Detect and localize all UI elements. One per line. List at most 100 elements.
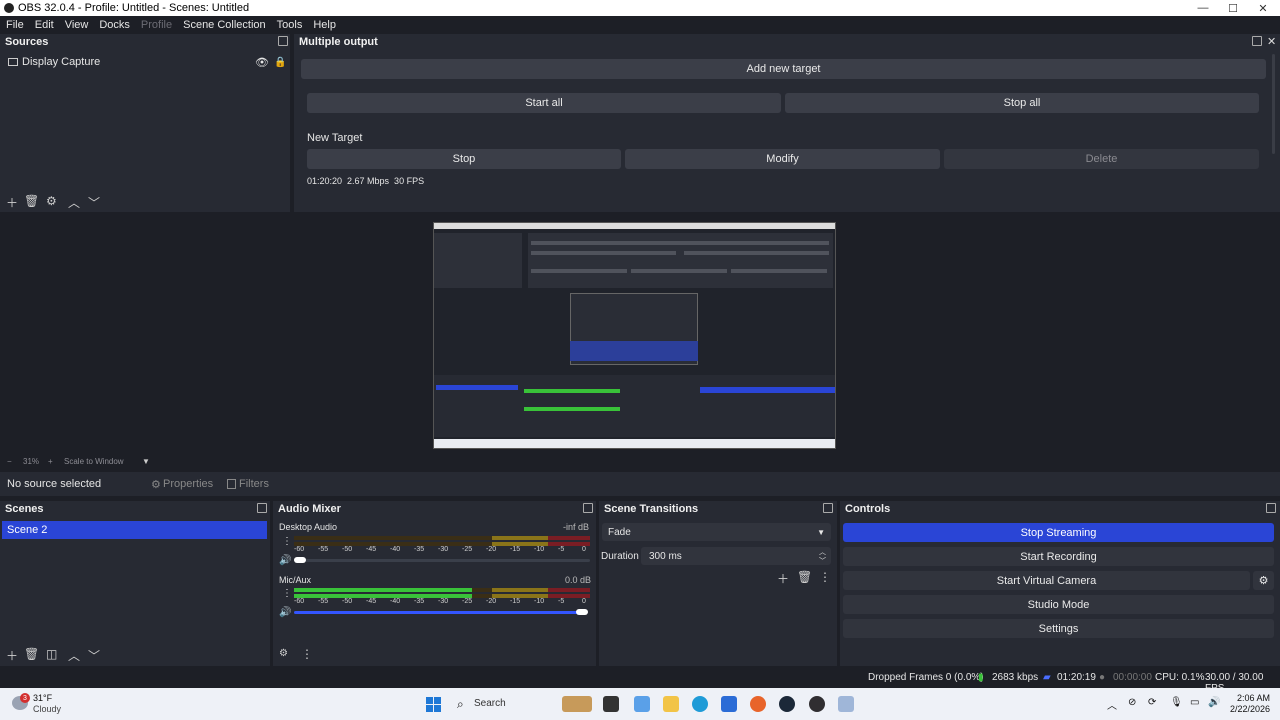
- channel-level: -inf dB: [563, 522, 590, 532]
- stop-all-button[interactable]: Stop all: [785, 93, 1259, 113]
- start-all-button[interactable]: Start all: [307, 93, 781, 113]
- move-up-icon[interactable]: ︿: [68, 647, 80, 664]
- firefox-icon[interactable]: [750, 696, 766, 712]
- copilot-icon[interactable]: [634, 696, 650, 712]
- scene-filters-icon[interactable]: ◫: [46, 647, 57, 661]
- modify-target-button[interactable]: Modify: [625, 149, 940, 169]
- add-scene-icon[interactable]: ＋: [6, 647, 18, 664]
- steam-icon[interactable]: [779, 696, 795, 712]
- add-transition-icon[interactable]: ＋: [777, 570, 789, 587]
- file-explorer-icon[interactable]: [663, 696, 679, 712]
- dock-close-icon[interactable]: ✕: [1267, 35, 1276, 48]
- menu-tools[interactable]: Tools: [277, 19, 303, 31]
- cpu-usage: CPU: 0.1%: [1155, 672, 1205, 683]
- scale-tick: -55: [318, 598, 329, 605]
- obs-taskbar-icon[interactable]: [809, 696, 825, 712]
- start-recording-button[interactable]: Start Recording: [843, 547, 1274, 566]
- preview-mini-row: [531, 241, 829, 245]
- preview-canvas[interactable]: [433, 222, 836, 449]
- add-new-target-button[interactable]: Add new target: [301, 59, 1266, 79]
- transition-menu-icon[interactable]: ⋮: [819, 570, 831, 584]
- settings-button[interactable]: Settings: [843, 619, 1274, 638]
- menu-help[interactable]: Help: [313, 19, 336, 31]
- target-stats: 01:20:20 2.67 Mbps 30 FPS: [307, 176, 425, 186]
- clock-date[interactable]: 2/22/2026: [1226, 704, 1270, 714]
- move-up-icon[interactable]: ︿: [68, 194, 80, 211]
- zoom-level: 31%: [23, 456, 40, 466]
- virtual-camera-settings-icon[interactable]: ⚙: [1253, 571, 1274, 590]
- menu-bar: File Edit View Docks Profile Scene Colle…: [0, 16, 1280, 34]
- delete-target-button[interactable]: Delete: [944, 149, 1259, 169]
- dock-float-icon[interactable]: [1266, 503, 1276, 513]
- spin-down-icon[interactable]: ﹀: [819, 556, 826, 566]
- stop-streaming-button[interactable]: Stop Streaming: [843, 523, 1274, 542]
- close-window-button[interactable]: ✕: [1248, 0, 1278, 16]
- menu-profile[interactable]: Profile: [141, 19, 172, 31]
- duration-spinbox[interactable]: 300 ms ︿ ﹀: [641, 547, 831, 565]
- menu-docks[interactable]: Docks: [99, 19, 130, 31]
- app-taskbar-icon[interactable]: [838, 696, 854, 712]
- channel-menu-icon[interactable]: ⋮: [282, 588, 292, 599]
- volume-slider[interactable]: [294, 559, 590, 562]
- remove-transition-icon[interactable]: 🗑: [797, 570, 812, 584]
- weather-temp: 31°F: [33, 693, 53, 703]
- dock-float-icon[interactable]: [1252, 36, 1262, 46]
- add-source-icon[interactable]: ＋: [6, 194, 18, 211]
- dock-float-icon[interactable]: [823, 503, 833, 513]
- edge-icon[interactable]: [692, 696, 708, 712]
- scale-tick: -10: [534, 546, 545, 553]
- source-properties-icon[interactable]: ⚙: [46, 194, 57, 208]
- store-icon[interactable]: [721, 696, 737, 712]
- minimize-button[interactable]: —: [1188, 0, 1218, 16]
- tray-app-icon[interactable]: ⊘: [1128, 697, 1136, 708]
- scale-dropdown-icon[interactable]: ▼: [142, 457, 150, 466]
- tray-sync-icon[interactable]: ⟳: [1148, 697, 1156, 708]
- advanced-audio-icon[interactable]: ⚙: [279, 648, 288, 659]
- stop-target-button[interactable]: Stop: [307, 149, 621, 169]
- volume-icon[interactable]: 🔊: [1208, 697, 1220, 708]
- network-icon[interactable]: ▭: [1190, 697, 1199, 708]
- filters-button[interactable]: Filters: [239, 478, 269, 490]
- move-down-icon[interactable]: ﹀: [88, 194, 100, 211]
- volume-knob[interactable]: [294, 557, 306, 563]
- windows-start-icon[interactable]: [426, 697, 441, 712]
- channel-menu-icon[interactable]: ⋮: [282, 536, 292, 547]
- scrollbar[interactable]: [1272, 54, 1275, 154]
- maximize-button[interactable]: ☐: [1218, 0, 1248, 16]
- visibility-eye-icon[interactable]: 👁: [255, 56, 269, 69]
- dock-float-icon[interactable]: [257, 503, 267, 513]
- menu-edit[interactable]: Edit: [35, 19, 54, 31]
- speaker-icon[interactable]: 🔊: [279, 607, 291, 618]
- transition-select[interactable]: Fade ▼: [602, 523, 831, 541]
- studio-mode-button[interactable]: Studio Mode: [843, 595, 1274, 614]
- mixer-menu-icon[interactable]: ⋮: [301, 647, 313, 661]
- menu-file[interactable]: File: [6, 19, 24, 31]
- properties-button[interactable]: Properties: [163, 478, 213, 490]
- menu-view[interactable]: View: [65, 19, 89, 31]
- dock-float-icon[interactable]: [583, 503, 593, 513]
- search-icon[interactable]: ⌕: [457, 697, 464, 712]
- lock-icon[interactable]: 🔒: [274, 57, 286, 68]
- volume-knob[interactable]: [576, 609, 588, 615]
- scene-item[interactable]: Scene 2: [2, 521, 267, 539]
- dock-float-icon[interactable]: [278, 36, 288, 46]
- volume-slider[interactable]: [294, 611, 584, 614]
- start-tile: [434, 705, 441, 712]
- clock-time[interactable]: 2:06 AM: [1226, 693, 1270, 703]
- microphone-icon[interactable]: 🎙: [1170, 697, 1183, 708]
- task-view-icon[interactable]: [603, 696, 619, 712]
- remove-source-icon[interactable]: 🗑: [24, 194, 39, 208]
- widgets-icon[interactable]: [562, 696, 592, 712]
- move-down-icon[interactable]: ﹀: [88, 647, 100, 664]
- start-virtual-camera-button[interactable]: Start Virtual Camera: [843, 571, 1250, 590]
- zoom-out-icon[interactable]: −: [7, 457, 12, 466]
- scale-mode[interactable]: Scale to Window: [64, 457, 124, 466]
- source-item[interactable]: Display Capture 👁 🔒: [0, 54, 290, 70]
- windows-taskbar: 3 31°F Cloudy ⌕ Search ︿ ⊘ ⟳ 🎙 ▭ 🔊 2:06 …: [0, 688, 1280, 720]
- speaker-icon[interactable]: 🔊: [279, 555, 291, 566]
- taskbar-search[interactable]: Search: [474, 698, 506, 709]
- chevron-up-icon[interactable]: ︿: [1107, 697, 1117, 712]
- menu-scene-collection[interactable]: Scene Collection: [183, 19, 266, 31]
- zoom-in-icon[interactable]: +: [48, 457, 53, 466]
- remove-scene-icon[interactable]: 🗑: [24, 647, 39, 661]
